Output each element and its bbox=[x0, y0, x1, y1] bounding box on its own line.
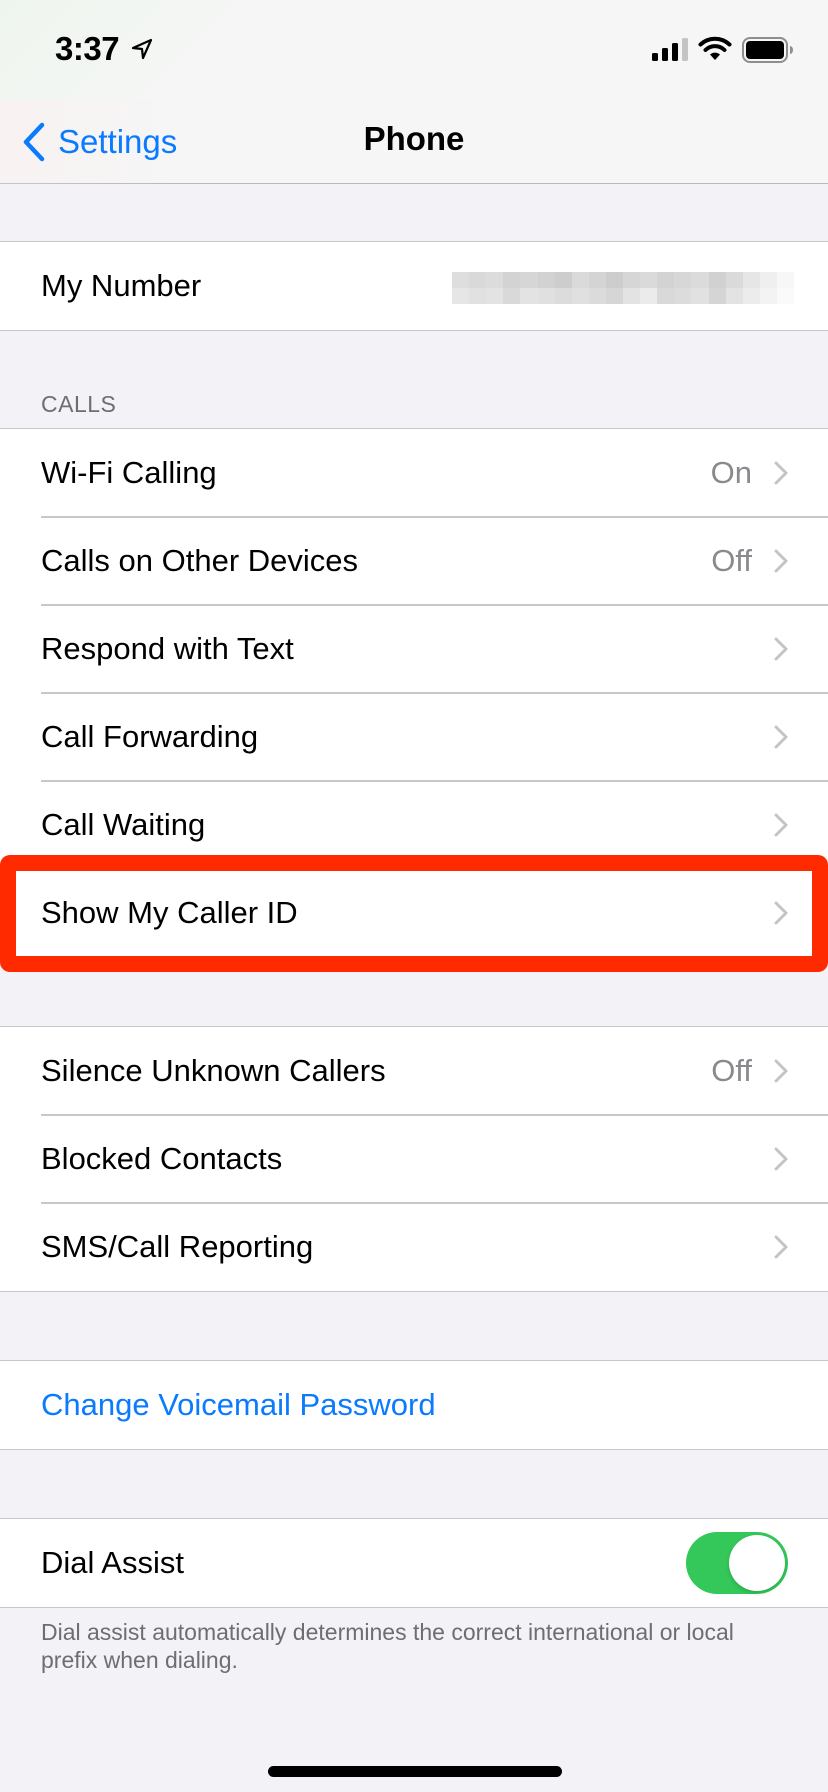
signal-icon bbox=[652, 38, 688, 61]
change-voicemail-password-button[interactable]: Change Voicemail Password bbox=[0, 1361, 828, 1449]
row-label: Show My Caller ID bbox=[41, 895, 298, 930]
chevron-right-icon bbox=[774, 1235, 788, 1259]
navigation-bar: Settings Phone bbox=[0, 100, 828, 184]
call-forwarding-row[interactable]: Call Forwarding bbox=[0, 692, 828, 781]
battery-icon bbox=[742, 37, 793, 63]
row-label: Call Forwarding bbox=[41, 719, 259, 754]
calls-on-other-devices-row[interactable]: Calls on Other Devices Off bbox=[0, 516, 828, 605]
chevron-right-icon bbox=[774, 549, 788, 573]
chevron-right-icon bbox=[774, 725, 788, 749]
toggle-knob bbox=[729, 1535, 785, 1591]
wifi-icon bbox=[698, 36, 732, 60]
row-label: Call Waiting bbox=[41, 807, 206, 842]
row-label: SMS/Call Reporting bbox=[41, 1229, 314, 1264]
dial-assist-toggle[interactable] bbox=[686, 1532, 788, 1594]
row-label: Dial Assist bbox=[41, 1545, 184, 1580]
row-label: Respond with Text bbox=[41, 631, 294, 666]
silence-unknown-callers-row[interactable]: Silence Unknown Callers Off bbox=[0, 1027, 828, 1115]
my-number-group: My Number bbox=[0, 241, 828, 331]
show-my-caller-id-row[interactable]: Show My Caller ID bbox=[0, 868, 828, 957]
dial-assist-row: Dial Assist bbox=[0, 1519, 828, 1607]
home-indicator[interactable] bbox=[268, 1766, 562, 1777]
row-value: Off bbox=[711, 1053, 752, 1088]
blocking-group: Silence Unknown Callers Off Blocked Cont… bbox=[0, 1026, 828, 1292]
call-waiting-row[interactable]: Call Waiting bbox=[0, 780, 828, 869]
row-label: Silence Unknown Callers bbox=[41, 1053, 386, 1088]
chevron-right-icon bbox=[774, 813, 788, 837]
status-bar: 3:37 bbox=[0, 0, 828, 100]
dial-assist-group: Dial Assist bbox=[0, 1518, 828, 1608]
calls-section-header: CALLS bbox=[41, 391, 117, 417]
my-number-row[interactable]: My Number bbox=[0, 242, 828, 330]
chevron-right-icon bbox=[774, 1059, 788, 1083]
redacted-phone-number bbox=[452, 272, 794, 304]
voicemail-group: Change Voicemail Password bbox=[0, 1360, 828, 1450]
chevron-right-icon bbox=[774, 461, 788, 485]
chevron-right-icon bbox=[774, 637, 788, 661]
location-arrow-icon bbox=[131, 38, 153, 60]
chevron-right-icon bbox=[774, 901, 788, 925]
row-label: Blocked Contacts bbox=[41, 1141, 283, 1176]
status-time: 3:37 bbox=[55, 30, 120, 67]
calls-group: Wi-Fi Calling On Calls on Other Devices … bbox=[0, 428, 828, 958]
wifi-calling-row[interactable]: Wi-Fi Calling On bbox=[0, 429, 828, 517]
respond-with-text-row[interactable]: Respond with Text bbox=[0, 604, 828, 693]
row-label: Wi-Fi Calling bbox=[41, 455, 217, 490]
row-label: Change Voicemail Password bbox=[41, 1387, 436, 1422]
sms-call-reporting-row[interactable]: SMS/Call Reporting bbox=[0, 1202, 828, 1291]
row-label: Calls on Other Devices bbox=[41, 543, 359, 578]
page-title: Phone bbox=[363, 120, 465, 157]
row-value: Off bbox=[711, 543, 752, 578]
dial-assist-footer: Dial assist automatically determines the… bbox=[41, 1619, 734, 1673]
blocked-contacts-row[interactable]: Blocked Contacts bbox=[0, 1114, 828, 1203]
row-value: On bbox=[710, 455, 752, 490]
chevron-right-icon bbox=[774, 1147, 788, 1171]
